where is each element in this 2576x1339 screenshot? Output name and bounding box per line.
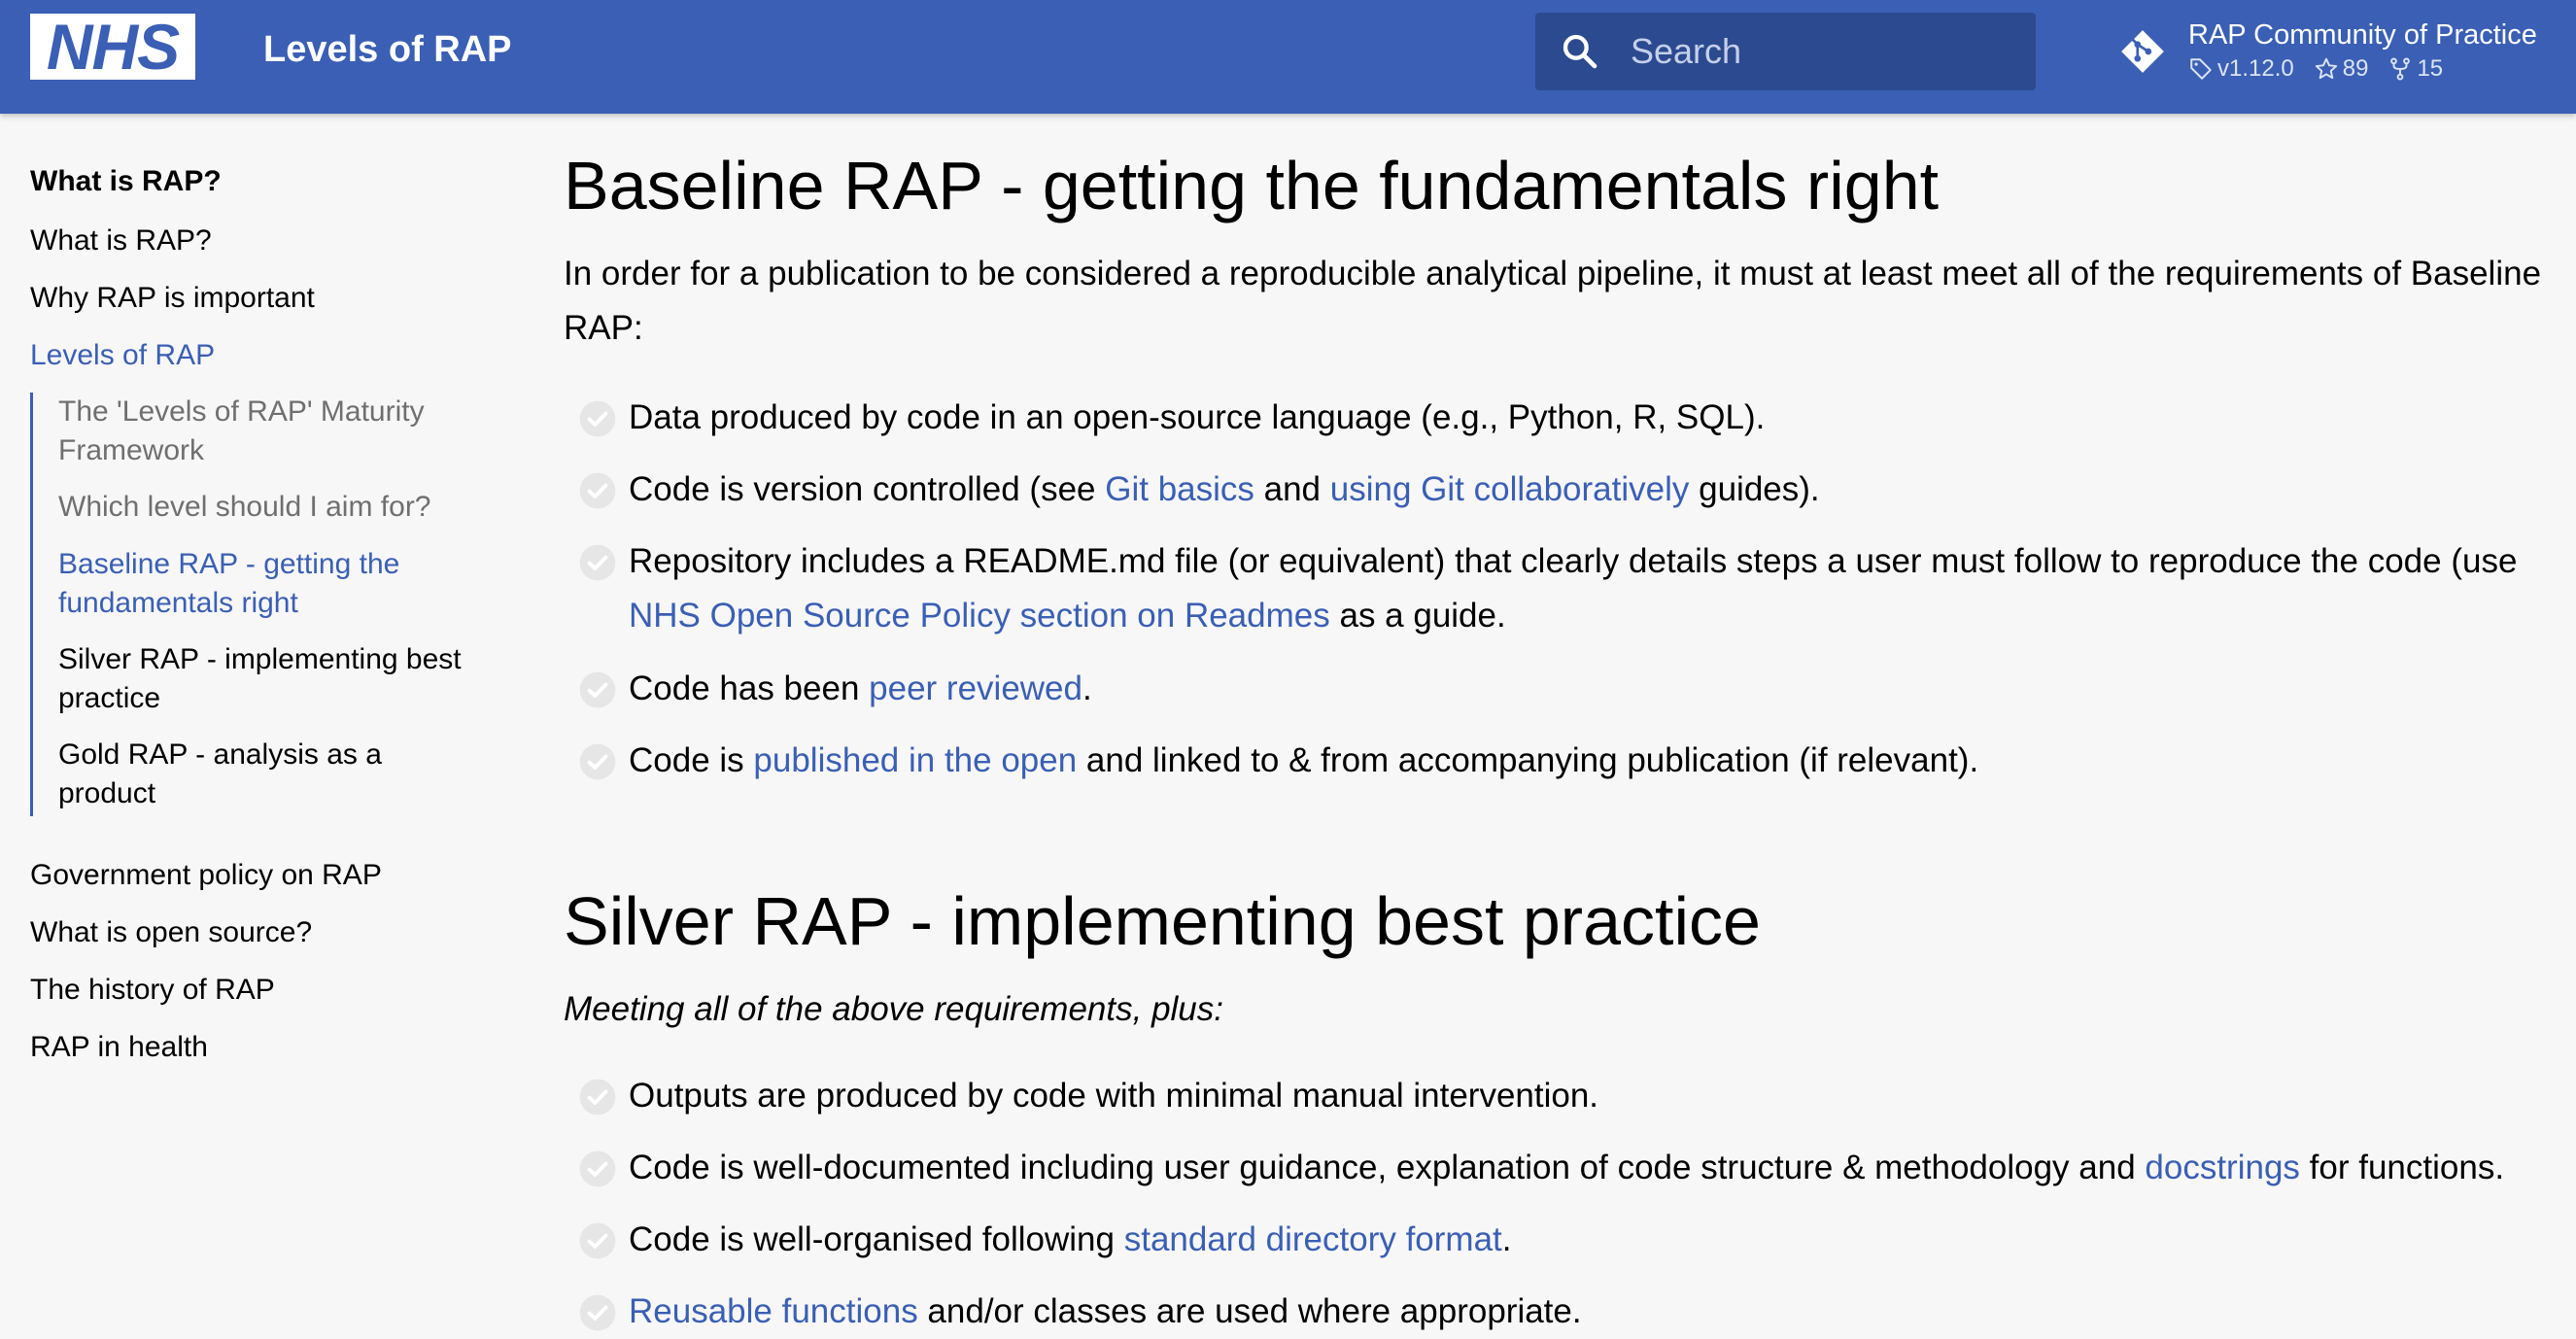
silver-intro: Meeting all of the above requirements, p… bbox=[564, 990, 1223, 1028]
docstrings-link[interactable]: docstrings bbox=[2145, 1149, 2300, 1186]
repo-stars-count: 89 bbox=[2342, 55, 2369, 82]
requirement-text-part: Code is well-organised following bbox=[629, 1220, 1124, 1258]
requirement-text-part: Code has been bbox=[629, 670, 870, 707]
sidebar-item-what-is-rap[interactable]: What is RAP? bbox=[30, 222, 212, 260]
fork-icon bbox=[2390, 57, 2411, 81]
requirement-text: Data produced by code in an open-source … bbox=[629, 391, 2562, 445]
requirement-text-part: Code is version controlled (see bbox=[629, 470, 1106, 508]
git-basics-link[interactable]: Git basics bbox=[1105, 470, 1254, 508]
sidebar-subnav: The 'Levels of RAP' Maturity Framework W… bbox=[30, 393, 477, 816]
requirement-text-part: . bbox=[1501, 1220, 1512, 1258]
check-circle-icon bbox=[579, 1150, 616, 1187]
requirement-text: Code is well-documented including user g… bbox=[629, 1141, 2562, 1195]
requirement-text-part: and/or classes are used where appropriat… bbox=[917, 1292, 1582, 1330]
check-circle-icon bbox=[579, 671, 616, 708]
check-circle-icon bbox=[579, 472, 616, 509]
requirement-text-part: Repository includes a README.md file (or… bbox=[629, 542, 2518, 580]
requirement-text: Code is version controlled (see Git basi… bbox=[629, 463, 2562, 517]
search-icon bbox=[1563, 34, 1597, 69]
subnav-item-silver-rap[interactable]: Silver RAP - implementing best practice bbox=[58, 640, 466, 718]
check-circle-icon bbox=[579, 743, 616, 780]
sidebar-item-government-policy[interactable]: Government policy on RAP bbox=[30, 856, 382, 895]
search-box[interactable] bbox=[1535, 13, 2036, 90]
requirement-text-part: Code is well-documented including user g… bbox=[629, 1149, 2146, 1186]
subnav-item-baseline-rap[interactable]: Baseline RAP - getting the fundamentals … bbox=[58, 545, 466, 623]
sidebar-item-open-source[interactable]: What is open source? bbox=[30, 913, 312, 952]
requirement-text: Reusable functions and/or classes are us… bbox=[629, 1285, 2562, 1339]
published-in-open-link[interactable]: published in the open bbox=[753, 741, 1077, 779]
readmes-policy-link[interactable]: NHS Open Source Policy section on Readme… bbox=[629, 597, 1330, 635]
requirement-text-part: Code is bbox=[629, 741, 754, 779]
sidebar-section-title: What is RAP? bbox=[30, 165, 222, 197]
check-circle-icon bbox=[579, 400, 616, 437]
check-circle-icon bbox=[579, 1079, 616, 1116]
repo-stars: 89 bbox=[2314, 54, 2369, 84]
search-input[interactable] bbox=[1629, 24, 2017, 79]
nhs-logo-text: NHS bbox=[46, 11, 180, 83]
requirement-text-part: . bbox=[1082, 670, 1092, 707]
subnav-item-gold-rap[interactable]: Gold RAP - analysis as a product bbox=[58, 736, 466, 813]
requirement-text-part: and linked to & from accompanying public… bbox=[1077, 741, 1979, 779]
star-icon bbox=[2315, 57, 2337, 80]
baseline-rap-heading: Baseline RAP - getting the fundamentals … bbox=[564, 148, 1940, 223]
requirement-text: Outputs are produced by code with minima… bbox=[629, 1069, 2562, 1123]
main-content: Baseline RAP - getting the fundamentals … bbox=[564, 114, 2556, 1331]
top-header: NHS Levels of RAP RAP Community of Pract… bbox=[0, 0, 2576, 114]
sidebar-item-history-of-rap[interactable]: The history of RAP bbox=[30, 971, 275, 1010]
repo-name: RAP Community of Practice bbox=[2188, 19, 2537, 51]
requirement-text-part: Outputs are produced by code with minima… bbox=[629, 1077, 1599, 1115]
sidebar-nav: What is RAP? What is RAP? Why RAP is imp… bbox=[0, 114, 505, 1324]
sidebar-item-levels-of-rap[interactable]: Levels of RAP bbox=[30, 336, 215, 375]
repo-forks-count: 15 bbox=[2417, 55, 2444, 82]
requirement-text: Repository includes a README.md file (or… bbox=[629, 534, 2562, 643]
baseline-intro: In order for a publication to be conside… bbox=[564, 255, 2542, 347]
requirement-text-part: Data produced by code in an open-source … bbox=[629, 398, 1766, 436]
silver-rap-heading: Silver RAP - implementing best practice bbox=[564, 883, 1761, 959]
repo-forks: 15 bbox=[2387, 54, 2443, 84]
reusable-functions-link[interactable]: Reusable functions bbox=[629, 1292, 918, 1330]
directory-format-link[interactable]: standard directory format bbox=[1124, 1220, 1502, 1258]
sidebar-item-rap-in-health[interactable]: RAP in health bbox=[30, 1028, 208, 1067]
git-icon bbox=[2121, 30, 2164, 73]
requirement-text-part: as a guide. bbox=[1329, 597, 1506, 635]
repo-version: v1.12.0 bbox=[2188, 54, 2294, 84]
requirement-text-part: and bbox=[1254, 470, 1330, 508]
site-title[interactable]: Levels of RAP bbox=[263, 27, 512, 72]
requirement-text: Code is published in the open and linked… bbox=[629, 734, 2562, 788]
sidebar-item-why-rap-important[interactable]: Why RAP is important bbox=[30, 279, 315, 318]
check-circle-icon bbox=[579, 1222, 616, 1259]
requirement-text: Code has been peer reviewed. bbox=[629, 662, 2562, 716]
check-circle-icon bbox=[579, 1294, 616, 1331]
nhs-logo[interactable]: NHS bbox=[30, 14, 195, 80]
tag-icon bbox=[2190, 58, 2212, 80]
check-circle-icon bbox=[579, 544, 616, 581]
repo-version-text: v1.12.0 bbox=[2217, 55, 2294, 82]
subnav-item-which-level[interactable]: Which level should I aim for? bbox=[58, 488, 466, 527]
requirement-text: Code is well-organised following standar… bbox=[629, 1213, 2562, 1267]
requirement-text-part: for functions. bbox=[2299, 1149, 2505, 1186]
repo-facts: v1.12.0 89 15 bbox=[2188, 54, 2462, 84]
subnav-item-maturity-framework[interactable]: The 'Levels of RAP' Maturity Framework bbox=[58, 393, 466, 470]
git-collaboratively-link[interactable]: using Git collaboratively bbox=[1330, 470, 1690, 508]
peer-reviewed-link[interactable]: peer reviewed bbox=[869, 670, 1082, 707]
requirement-text-part: guides). bbox=[1689, 470, 1820, 508]
